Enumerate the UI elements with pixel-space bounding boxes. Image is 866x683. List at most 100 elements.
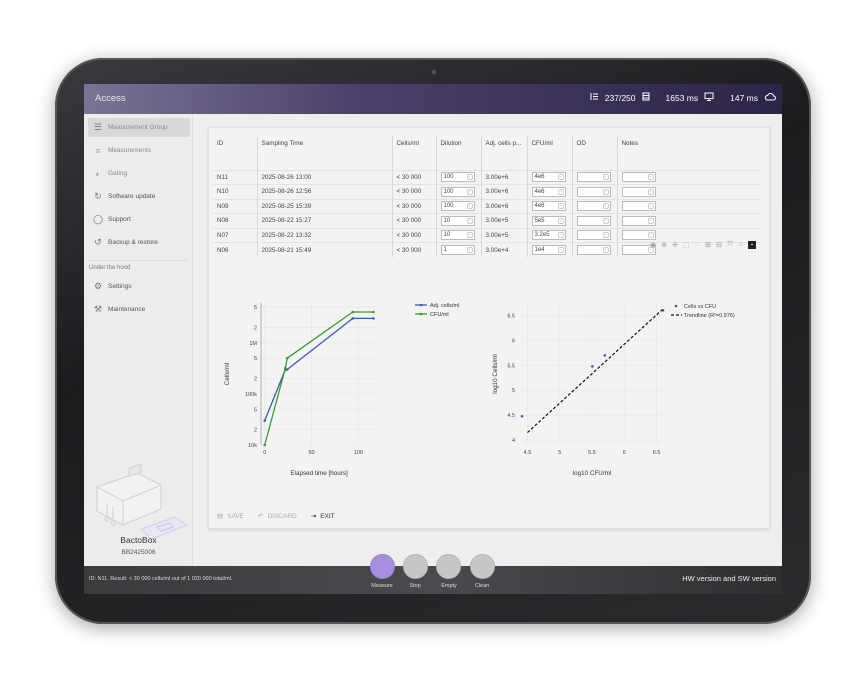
camera-icon[interactable]: ◉ [649,241,657,249]
dilution-input[interactable]: 10 ⌃ [440,215,475,226]
cfu-input[interactable]: 3.2e5 ⌃ [531,230,566,241]
sidebar-item-maintenance[interactable]: ⚒ Maintenance [88,300,190,319]
sidebar-item-support[interactable]: ◯ Support [88,210,190,229]
notes-input[interactable]: ⌃ [621,186,656,197]
spinner-icon[interactable]: ⌃ [602,174,609,181]
dilution-input[interactable]: 10 ⌃ [440,230,475,241]
od-input[interactable]: ⌃ [576,201,611,212]
table-row[interactable]: N08 2025-08-22 15:27 < 30 000 10 ⌃ 3.00e+5 5e5… [213,213,761,228]
spinner-icon[interactable]: ⌃ [466,232,473,239]
od-input[interactable]: ⌃ [576,186,611,197]
od-input[interactable]: ⌃ [576,245,611,255]
od-input[interactable]: ⌃ [576,230,611,241]
notes-input[interactable]: ⌃ [621,230,656,241]
cfu-input[interactable]: 4e6 ⌃ [531,172,566,183]
section-label-under-the-hood: Under the hood [89,260,188,271]
spinner-icon[interactable]: ⌃ [647,188,654,195]
sidebar-item-measurement-group[interactable]: ☰ Measurement Group [88,118,190,137]
spinner-icon[interactable]: ⌃ [557,203,564,210]
cell-cfu: 4e6 ⌃ [526,184,572,199]
exit-icon: ⇥ [310,513,317,520]
column-header-id[interactable]: ID [213,136,257,161]
dilution-input[interactable]: 1 ⌃ [440,245,475,255]
sidebar-item-backup-restore[interactable]: ↺ Backup & restore [88,233,190,252]
clean-button[interactable] [470,554,495,579]
y-tick-label: 2 [254,428,257,434]
reset-icon[interactable]: ⌂ [737,241,745,249]
spinner-icon[interactable]: ⌃ [557,232,564,239]
column-header-notes[interactable]: Notes [616,136,761,161]
column-header-dilution[interactable]: Dilution [435,136,481,161]
column-header-adj-cells[interactable]: Adj. cells p... [480,136,527,161]
zoom-in-icon[interactable]: ⊞ [704,241,712,249]
spinner-icon[interactable]: ⌃ [647,217,654,224]
cfu-input[interactable]: 1e4 ⌃ [531,245,566,255]
sidebar-item-settings[interactable]: ⚙ Settings [88,277,190,296]
undo-icon: ↶ [258,513,264,520]
table-row[interactable]: N11 2025-08-26 13:00 < 30 000 100 ⌃ 3.00e+6 4e… [213,169,761,185]
spinner-icon[interactable]: ⌃ [647,232,654,239]
notes-input[interactable]: ⌃ [621,201,656,212]
notes-input[interactable]: ⌃ [621,215,656,226]
data-point [603,354,607,357]
y-tick-label: 5 [254,356,257,362]
dilution-input[interactable]: 100 ⌃ [440,201,475,212]
spinner-icon[interactable]: ⌃ [557,217,564,224]
chat-icon: ◯ [92,214,104,224]
bottom-bar: ID: N11. Result: < 30 000 cells/ml out o… [84,566,782,594]
table-row[interactable]: N09 2025-08-25 15:39 < 30 000 100 ⌃ 3.00e+6 4e… [213,198,761,214]
box-select-icon[interactable]: ⬚ [682,241,690,249]
spinner-icon[interactable]: ⌃ [557,188,564,195]
queue-icon [590,92,599,103]
notes-input[interactable]: ⌃ [621,172,656,183]
spinner-icon[interactable]: ⌃ [466,217,473,224]
spinner-icon[interactable]: ⌃ [557,174,564,181]
spinner-icon[interactable]: ⌃ [466,174,473,181]
sidebar-item-software-update[interactable]: ↻ Software update [88,187,190,206]
table-row[interactable]: N10 2025-08-26 12:56 < 30 000 100 ⌃ 3.00e+6 4e… [213,184,761,199]
od-input[interactable]: ⌃ [576,172,611,183]
spinner-icon[interactable]: ⌃ [647,174,654,181]
data-point [284,366,287,370]
zoom-icon[interactable]: ⊕ [660,241,668,249]
sidebar-item-label: Support [108,216,131,223]
spinner-icon[interactable]: ⌃ [557,247,564,253]
exit-button[interactable]: ⇥ EXIT [310,512,335,521]
cfu-input[interactable]: 5e5 ⌃ [531,215,566,226]
pan-icon[interactable]: ✛ [671,241,679,249]
cfu-input[interactable]: 4e6 ⌃ [531,186,566,197]
spinner-icon[interactable]: ⌃ [602,247,609,253]
spinner-icon[interactable]: ⌃ [647,203,654,210]
lasso-icon[interactable]: ◌ [693,241,701,249]
spinner-icon[interactable]: ⌃ [466,247,473,253]
menu-icon: ≡ [95,145,101,156]
plotly-logo-icon[interactable]: ▪ [748,241,756,249]
spinner-icon[interactable]: ⌃ [466,203,473,210]
spinner-icon[interactable]: ⌃ [602,188,609,195]
column-header-cells[interactable]: Cells/ml [391,136,436,161]
od-input[interactable]: ⌃ [576,215,611,226]
sidebar-item-gating[interactable]: ◐ Gating [88,164,190,183]
column-header-sampling-time[interactable]: Sampling Time [256,136,392,161]
column-header-cfu[interactable]: CFU/ml [526,136,572,161]
autoscale-icon[interactable]: ⤧ [726,241,734,249]
zoom-out-icon[interactable]: ⊟ [715,241,723,249]
dilution-input[interactable]: 100 ⌃ [440,172,475,183]
spinner-icon[interactable]: ⌃ [466,188,473,195]
x-tick-label: 5.5 [588,450,596,456]
empty-button[interactable] [436,554,461,579]
spinner-icon[interactable]: ⌃ [602,203,609,210]
cfu-input[interactable]: 4e6 ⌃ [531,201,566,212]
dilution-input[interactable]: 100 ⌃ [440,186,475,197]
discard-button[interactable]: ↶ DISCARD [258,512,297,521]
spinner-icon[interactable]: ⌃ [602,217,609,224]
device-id: BB2425006 [121,549,156,556]
sidebar: ☰ Measurement Group ≡ Measurements ◐ Gat… [84,114,193,566]
x-tick-label: 50 [309,450,315,456]
sidebar-item-measurements[interactable]: ≡ Measurements [88,141,190,160]
save-button[interactable]: ▤ SAVE [217,512,244,521]
column-header-od[interactable]: OD [571,136,617,161]
measure-button[interactable] [370,554,395,579]
stop-button[interactable] [403,554,428,579]
spinner-icon[interactable]: ⌃ [602,232,609,239]
